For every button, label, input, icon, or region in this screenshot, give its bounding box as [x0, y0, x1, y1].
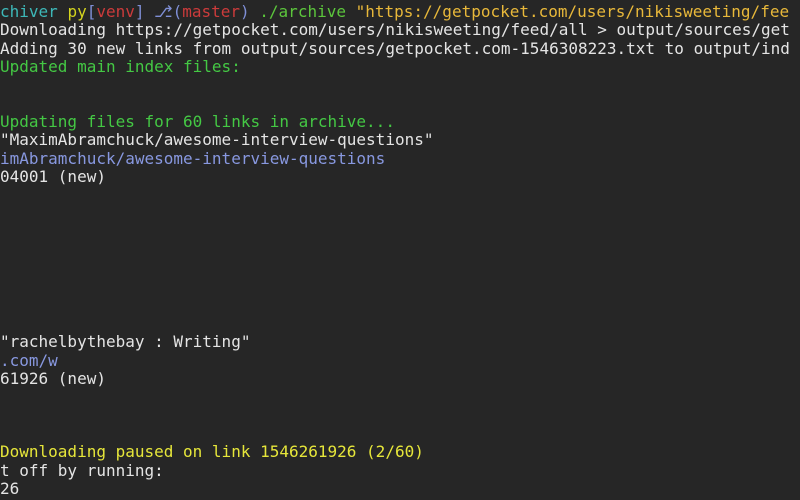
- terminal-line: Adding 30 new links from output/sources/…: [0, 38, 790, 58]
- terminal-text-segment: ): [240, 2, 260, 21]
- terminal-text-segment: venv: [96, 2, 135, 21]
- terminal-text-segment: t off by running:: [0, 460, 164, 480]
- terminal-line: "rachelbythebay : Writing": [0, 333, 250, 351]
- terminal-text-segment: master: [182, 2, 241, 21]
- terminal-text-segment: "MaximAbramchuck/awesome-interview-quest…: [0, 130, 434, 150]
- terminal-line: 04001 (new): [0, 168, 106, 186]
- terminal-line: Updated main index files:: [0, 58, 241, 76]
- terminal-text-segment: [: [86, 2, 97, 21]
- terminal-text-segment: ]: [134, 2, 155, 21]
- terminal-text-segment: chiver: [0, 2, 68, 21]
- terminal-line: Updating files for 60 links in archive..…: [0, 113, 395, 131]
- terminal-line: chiver py[venv] ⎇(master) ./archive "htt…: [0, 3, 789, 21]
- terminal-line: imAbramchuck/awesome-interview-questions: [0, 148, 386, 168]
- terminal-text-segment: Updated main index files:: [0, 57, 241, 77]
- terminal-text-segment: (: [172, 2, 183, 21]
- terminal-text-segment: Downloading https://getpocket.com/users/…: [0, 20, 790, 40]
- terminal-line: Downloading paused on link 1546261926 (2…: [0, 443, 424, 461]
- git-branch-icon: ⎇: [154, 2, 173, 21]
- terminal-line: 61926 (new): [0, 370, 106, 388]
- terminal-line: t off by running:: [0, 460, 164, 480]
- terminal-line: .com/w: [0, 350, 58, 370]
- terminal-text-segment: Updating files for 60 links in archive..…: [0, 112, 395, 132]
- terminal-text-segment: "https://getpocket.com/users/nikisweetin…: [355, 2, 790, 21]
- terminal-text-segment: "rachelbythebay : Writing": [0, 332, 251, 352]
- terminal-line: Downloading https://getpocket.com/users/…: [0, 21, 790, 39]
- terminal-text-segment: Downloading paused on link 1546261926 (2…: [0, 442, 424, 462]
- terminal-text-segment: ./archive: [259, 2, 356, 21]
- terminal-line: "MaximAbramchuck/awesome-interview-quest…: [0, 131, 433, 149]
- terminal-text-segment: Adding 30 new links from output/sources/…: [0, 38, 790, 58]
- terminal-text-segment: 61926 (new): [0, 369, 106, 388]
- terminal-text-segment: 04001 (new): [0, 167, 106, 187]
- terminal-text-segment: 26: [0, 479, 20, 499]
- terminal-text-segment: py: [67, 2, 87, 21]
- terminal-output[interactable]: chiver py[venv] ⎇(master) ./archive "htt…: [0, 0, 800, 500]
- terminal-line: 26: [0, 480, 19, 498]
- terminal-text-segment: imAbramchuck/awesome-interview-questions: [0, 148, 386, 168]
- terminal-text-segment: .com/w: [0, 350, 58, 370]
